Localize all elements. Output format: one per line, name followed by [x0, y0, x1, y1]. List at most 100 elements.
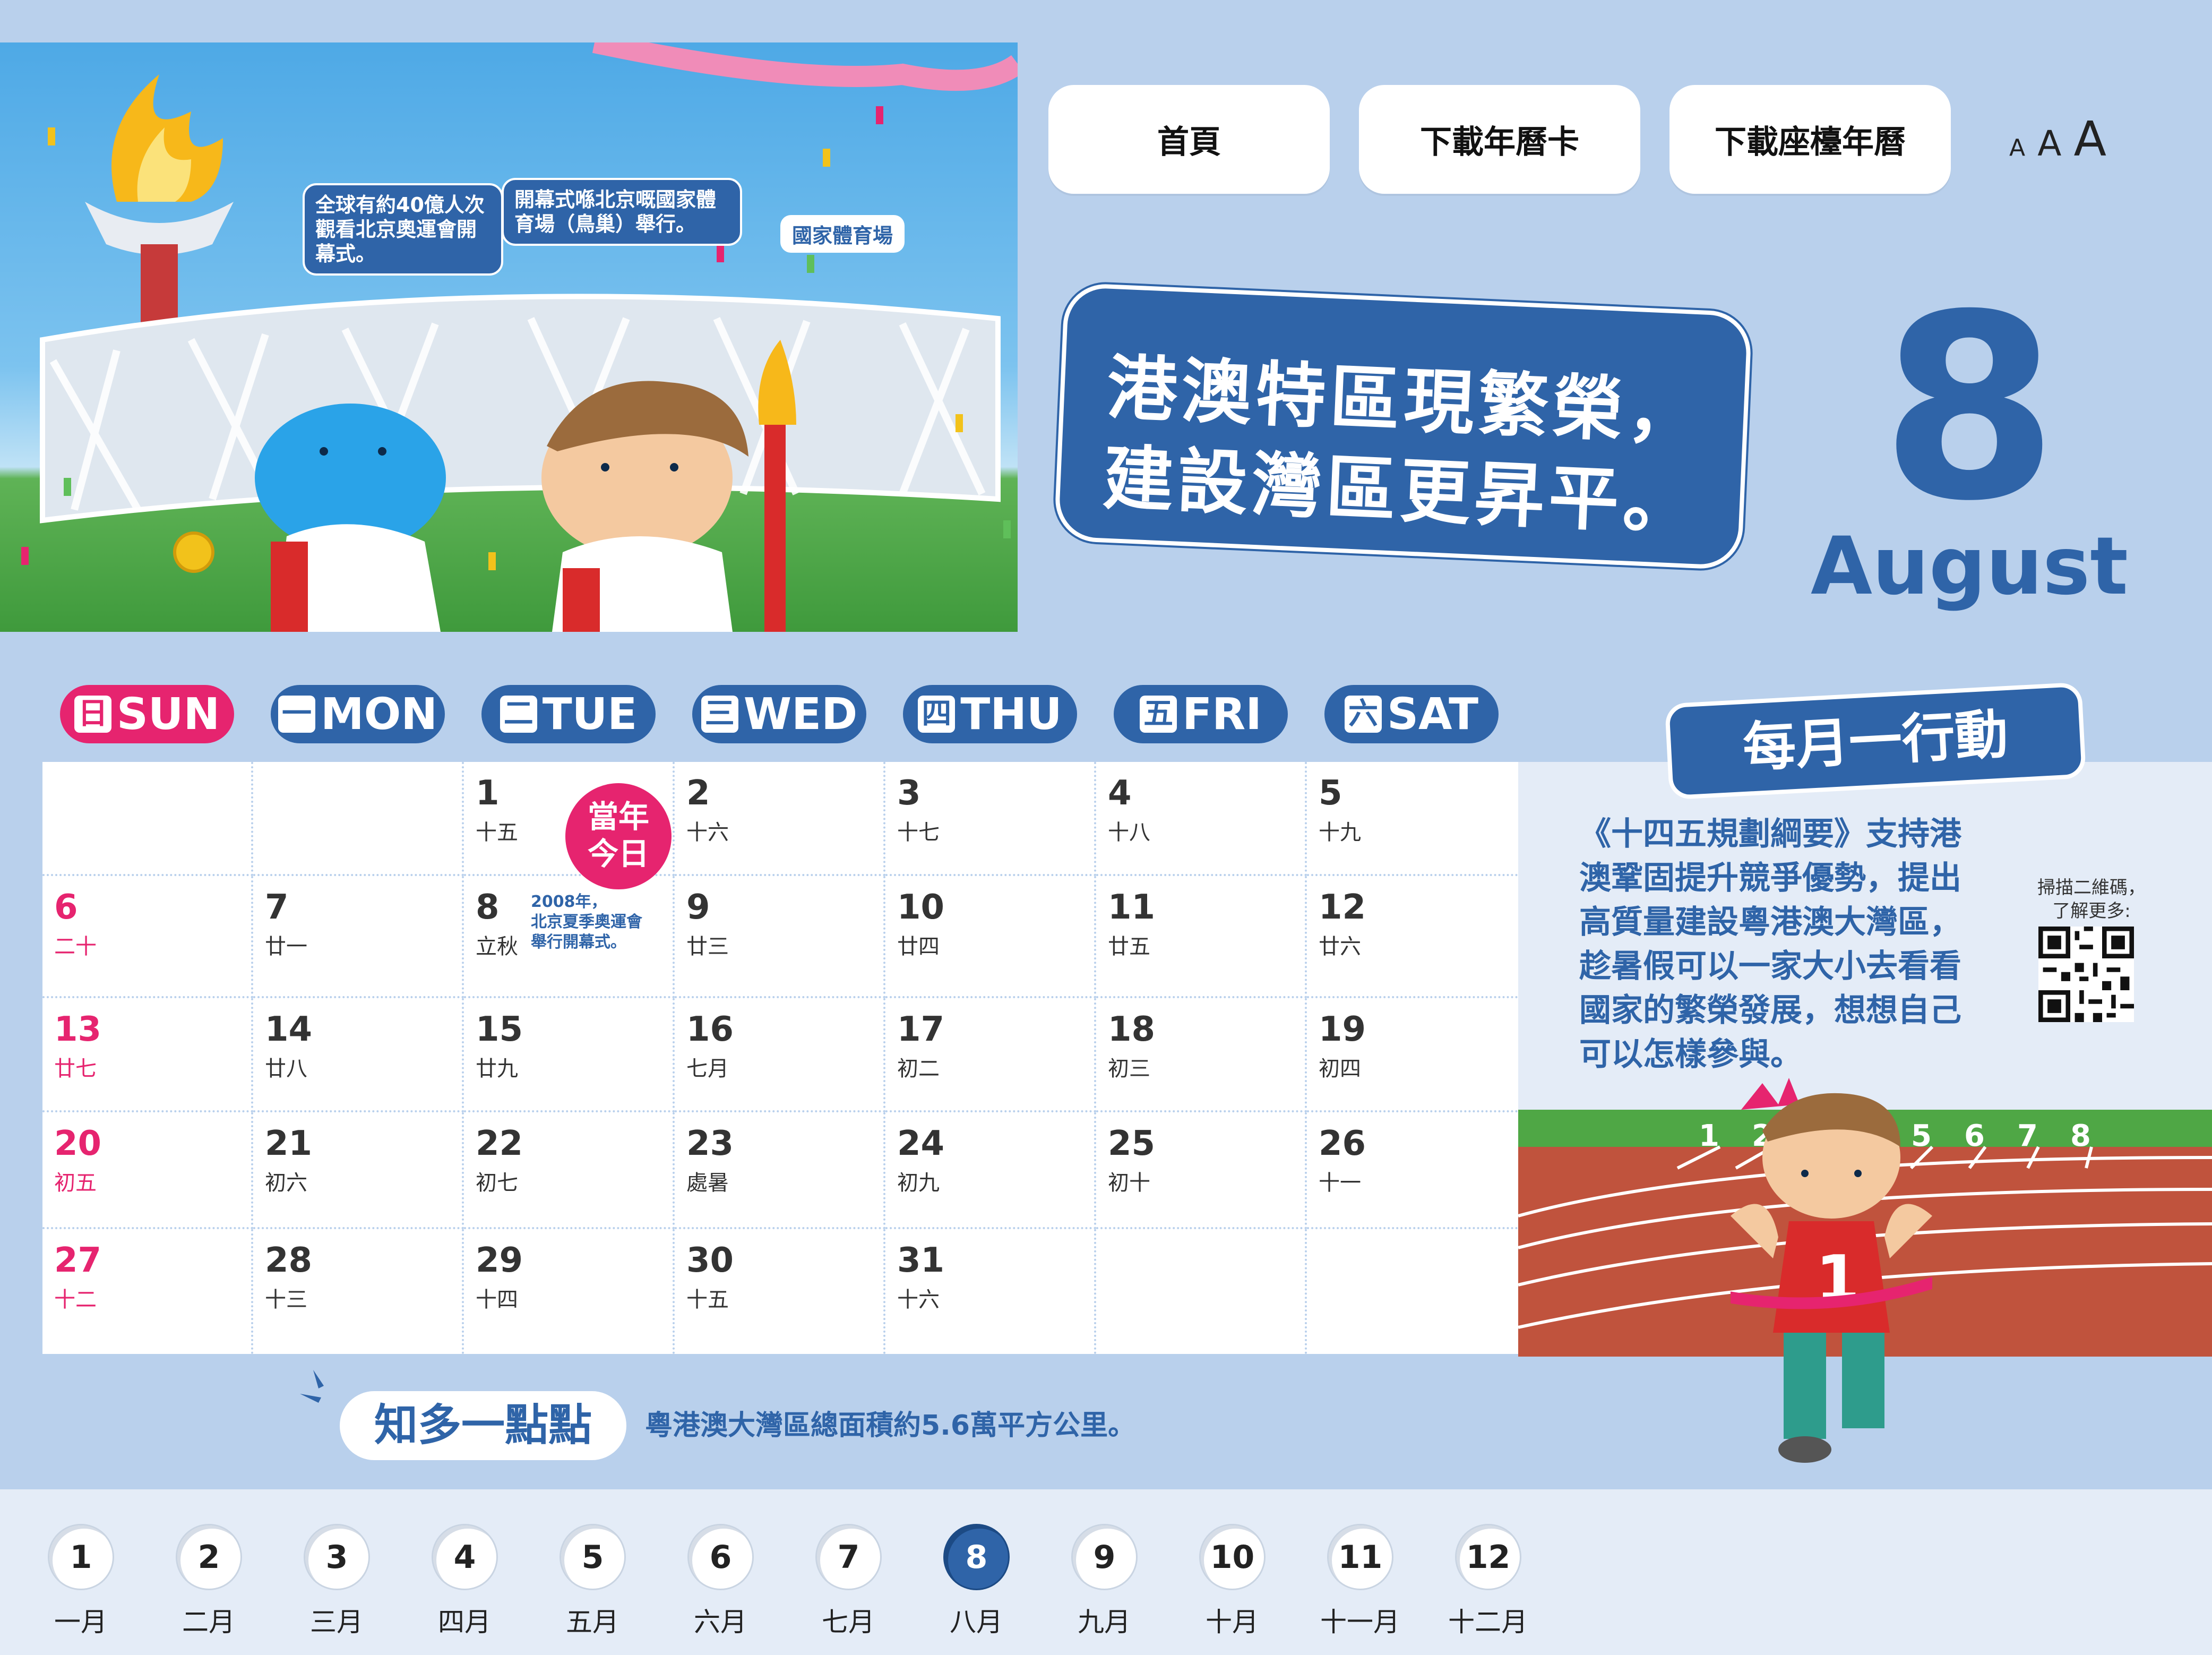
day-cell-26[interactable]: 26 十一 — [1307, 1112, 1518, 1229]
month-button-7[interactable]: 7 — [815, 1524, 882, 1590]
day-number: 3 — [897, 774, 921, 813]
day-cell-28[interactable]: 28 十三 — [253, 1229, 464, 1354]
stadium-scene-graphic — [21, 42, 1018, 632]
lane-number: 8 — [2070, 1119, 2091, 1153]
month-button-12[interactable]: 12 — [1455, 1524, 1521, 1590]
day-cell-5[interactable]: 5 十九 — [1307, 762, 1518, 876]
qr-label-line-1: 掃描二維碼， — [2037, 877, 2146, 898]
day-number: 5 — [1319, 774, 1342, 813]
month-label[interactable]: 十一月 — [1307, 1601, 1413, 1639]
qr-code-label: 掃描二維碼， 了解更多: — [2028, 876, 2155, 923]
font-size-medium-button[interactable]: A — [2037, 123, 2061, 164]
day-cell-27[interactable]: 27 十二 — [42, 1229, 253, 1354]
day-number: 19 — [1319, 1010, 1366, 1049]
day-cell-13[interactable]: 13 廿七 — [42, 998, 253, 1112]
today-note-line-3: 舉行開幕式。 — [531, 933, 626, 951]
today-badge-line-1: 當年 — [587, 799, 649, 835]
month-button-11[interactable]: 11 — [1327, 1524, 1393, 1590]
month-number: 8 — [1881, 260, 2058, 557]
day-cell-23[interactable]: 23 處暑 — [675, 1112, 885, 1229]
action-line: 《十四五規劃綱要》支持港 — [1579, 816, 1961, 853]
day-number: 29 — [476, 1241, 523, 1280]
stadium-label: 國家體育場 — [780, 215, 905, 253]
font-size-small-button[interactable]: A — [2009, 134, 2025, 161]
day-number: 11 — [1108, 888, 1156, 927]
day-cell-21[interactable]: 21 初六 — [253, 1112, 464, 1229]
today-note-line-1: 2008年， — [531, 893, 607, 911]
day-number: 17 — [897, 1010, 945, 1049]
day-cell-7[interactable]: 7 廿一 — [253, 876, 464, 998]
day-cell-20[interactable]: 20 初五 — [42, 1112, 253, 1229]
month-label[interactable]: 一月 — [28, 1601, 134, 1639]
day-cell-14[interactable]: 14 廿八 — [253, 998, 464, 1112]
day-cell-16[interactable]: 16 七月 — [675, 998, 885, 1112]
lunar-date: 廿一 — [265, 934, 307, 959]
home-button[interactable]: 首頁 — [1048, 85, 1330, 194]
month-button-4[interactable]: 4 — [432, 1524, 498, 1590]
lunar-date: 初二 — [897, 1057, 940, 1081]
font-size-large-button[interactable]: A — [2073, 112, 2106, 167]
day-cell-25[interactable]: 25 初十 — [1096, 1112, 1307, 1229]
day-cell-17[interactable]: 17 初二 — [885, 998, 1096, 1112]
month-label[interactable]: 十月 — [1179, 1601, 1285, 1639]
lunar-date: 廿五 — [1108, 934, 1150, 959]
lane-number: 6 — [1964, 1119, 1985, 1153]
month-label[interactable]: 五月 — [539, 1601, 645, 1639]
day-cell-18[interactable]: 18 初三 — [1096, 998, 1307, 1112]
month-label[interactable]: 三月 — [283, 1601, 390, 1639]
lunar-date: 廿七 — [54, 1057, 97, 1081]
day-number: 18 — [1108, 1010, 1156, 1049]
day-number: 20 — [54, 1124, 102, 1163]
month-button-3[interactable]: 3 — [304, 1524, 370, 1590]
empty-day-cell — [1096, 1229, 1307, 1354]
day-cell-19[interactable]: 19 初四 — [1307, 998, 1518, 1112]
fact-text: 粵港澳大灣區總面積約5.6萬平方公里。 — [645, 1410, 1136, 1442]
weekday-en: TUE — [542, 689, 638, 740]
lunar-date: 十六 — [897, 1288, 940, 1312]
day-cell-22[interactable]: 22 初七 — [464, 1112, 675, 1229]
download-desk-calendar-button[interactable]: 下載座檯年曆 — [1669, 85, 1951, 194]
day-cell-6[interactable]: 6 二十 — [42, 876, 253, 998]
weekday-zh: 三 — [701, 696, 738, 733]
month-button-10[interactable]: 10 — [1199, 1524, 1266, 1590]
month-label[interactable]: 九月 — [1051, 1601, 1157, 1639]
weekday-en: FRI — [1182, 689, 1262, 740]
day-cell-24[interactable]: 24 初九 — [885, 1112, 1096, 1229]
day-cell-11[interactable]: 11 廿五 — [1096, 876, 1307, 998]
day-number: 26 — [1319, 1124, 1366, 1163]
month-label[interactable]: 二月 — [156, 1601, 262, 1639]
month-button-1[interactable]: 1 — [48, 1524, 114, 1590]
day-cell-12[interactable]: 12 廿六 — [1307, 876, 1518, 998]
weekday-zh: 二 — [500, 696, 537, 733]
day-cell-15[interactable]: 15 廿九 — [464, 998, 675, 1112]
day-cell-31[interactable]: 31 十六 — [885, 1229, 1096, 1354]
day-cell-4[interactable]: 4 十八 — [1096, 762, 1307, 876]
month-label[interactable]: 七月 — [795, 1601, 901, 1639]
month-label[interactable]: 十二月 — [1435, 1601, 1541, 1639]
day-number: 4 — [1108, 774, 1132, 813]
day-cell-9[interactable]: 9 廿三 — [675, 876, 885, 998]
day-cell-2[interactable]: 2 十六 — [675, 762, 885, 876]
month-button-2[interactable]: 2 — [176, 1524, 242, 1590]
month-button-9[interactable]: 9 — [1071, 1524, 1138, 1590]
month-button-5[interactable]: 5 — [560, 1524, 626, 1590]
weekday-tue: 二 TUE — [481, 685, 656, 743]
month-name: August — [1810, 520, 2129, 613]
month-label[interactable]: 四月 — [411, 1601, 518, 1639]
month-label[interactable]: 八月 — [923, 1601, 1029, 1639]
day-cell-30[interactable]: 30 十五 — [675, 1229, 885, 1354]
lunar-date: 廿六 — [1319, 934, 1361, 959]
day-number: 31 — [897, 1241, 945, 1280]
action-line: 國家的繁榮發展，想想自己 — [1579, 992, 1961, 1029]
day-cell-29[interactable]: 29 十四 — [464, 1229, 675, 1354]
month-button-8[interactable]: 8 — [943, 1524, 1010, 1590]
month-label[interactable]: 六月 — [667, 1601, 773, 1639]
weekday-sun: 日 SUN — [60, 685, 234, 743]
qr-code[interactable] — [2038, 927, 2134, 1022]
month-button-6[interactable]: 6 — [687, 1524, 754, 1590]
day-cell-10[interactable]: 10 廿四 — [885, 876, 1096, 998]
download-card-button[interactable]: 下載年曆卡 — [1359, 85, 1640, 194]
fact-label: 知多一點點 — [340, 1391, 626, 1460]
day-cell-3[interactable]: 3 十七 — [885, 762, 1096, 876]
day-number: 24 — [897, 1124, 945, 1163]
